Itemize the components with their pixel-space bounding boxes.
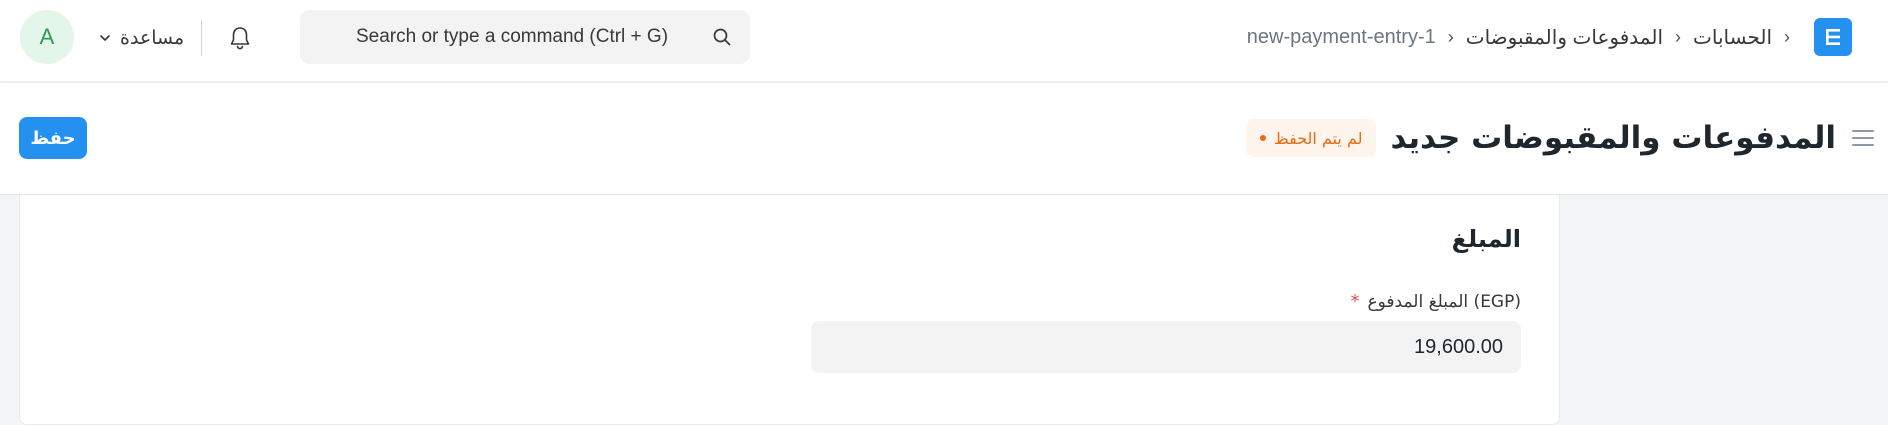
- breadcrumb-item-accounts[interactable]: الحسابات: [1693, 25, 1772, 50]
- page-title: المدفوعات والمقبوضات جديد: [1390, 120, 1836, 156]
- avatar-initial: A: [39, 24, 55, 49]
- help-label: مساعدة: [120, 27, 185, 49]
- logo-e-glyph: [1826, 29, 1840, 45]
- page-head: حفظ المدفوعات والمقبوضات جديد لم يتم الح…: [0, 83, 1888, 195]
- breadcrumb-separator: ›: [1447, 26, 1454, 47]
- status-dot-icon: [1259, 135, 1266, 141]
- search-input[interactable]: [300, 10, 750, 64]
- help-dropdown[interactable]: مساعدة: [98, 24, 184, 52]
- notifications-button[interactable]: [225, 23, 255, 53]
- status-badge-label: لم يتم الحفظ: [1273, 128, 1363, 148]
- logo-icon[interactable]: [1814, 18, 1852, 56]
- required-marker: *: [1350, 291, 1360, 312]
- breadcrumb-item-payment-entry[interactable]: المدفوعات والمقبوضات: [1466, 25, 1663, 50]
- chevron-down-icon: [100, 35, 110, 41]
- navbar: A مساعدة › الحسابات ›: [0, 0, 1888, 82]
- navbar-divider: [201, 20, 202, 56]
- save-button[interactable]: حفظ: [19, 117, 87, 159]
- status-badge: لم يتم الحفظ: [1245, 119, 1377, 157]
- section-title: المبلغ: [1451, 225, 1521, 253]
- hamburger-icon[interactable]: [1850, 127, 1876, 149]
- form-section-card: المبلغ المبلغ المدفوع (EGP) *: [19, 195, 1560, 425]
- paid-amount-field[interactable]: [811, 321, 1521, 373]
- title-area: المدفوعات والمقبوضات جديد لم يتم الحفظ: [1245, 109, 1876, 167]
- awesomebar: [300, 10, 750, 64]
- paid-amount-label: المبلغ المدفوع (EGP) *: [1351, 291, 1522, 312]
- bell-icon: [230, 27, 250, 50]
- breadcrumb: › الحسابات › المدفوعات والمقبوضات › new-…: [1247, 18, 1852, 56]
- avatar[interactable]: A: [20, 10, 74, 64]
- breadcrumb-separator: ›: [1675, 26, 1682, 47]
- breadcrumb-separator: ›: [1784, 26, 1790, 47]
- search-icon: [713, 28, 731, 46]
- breadcrumb-item-current: new-payment-entry-1: [1246, 25, 1436, 48]
- paid-amount-label-text: المبلغ المدفوع (EGP): [1367, 291, 1522, 312]
